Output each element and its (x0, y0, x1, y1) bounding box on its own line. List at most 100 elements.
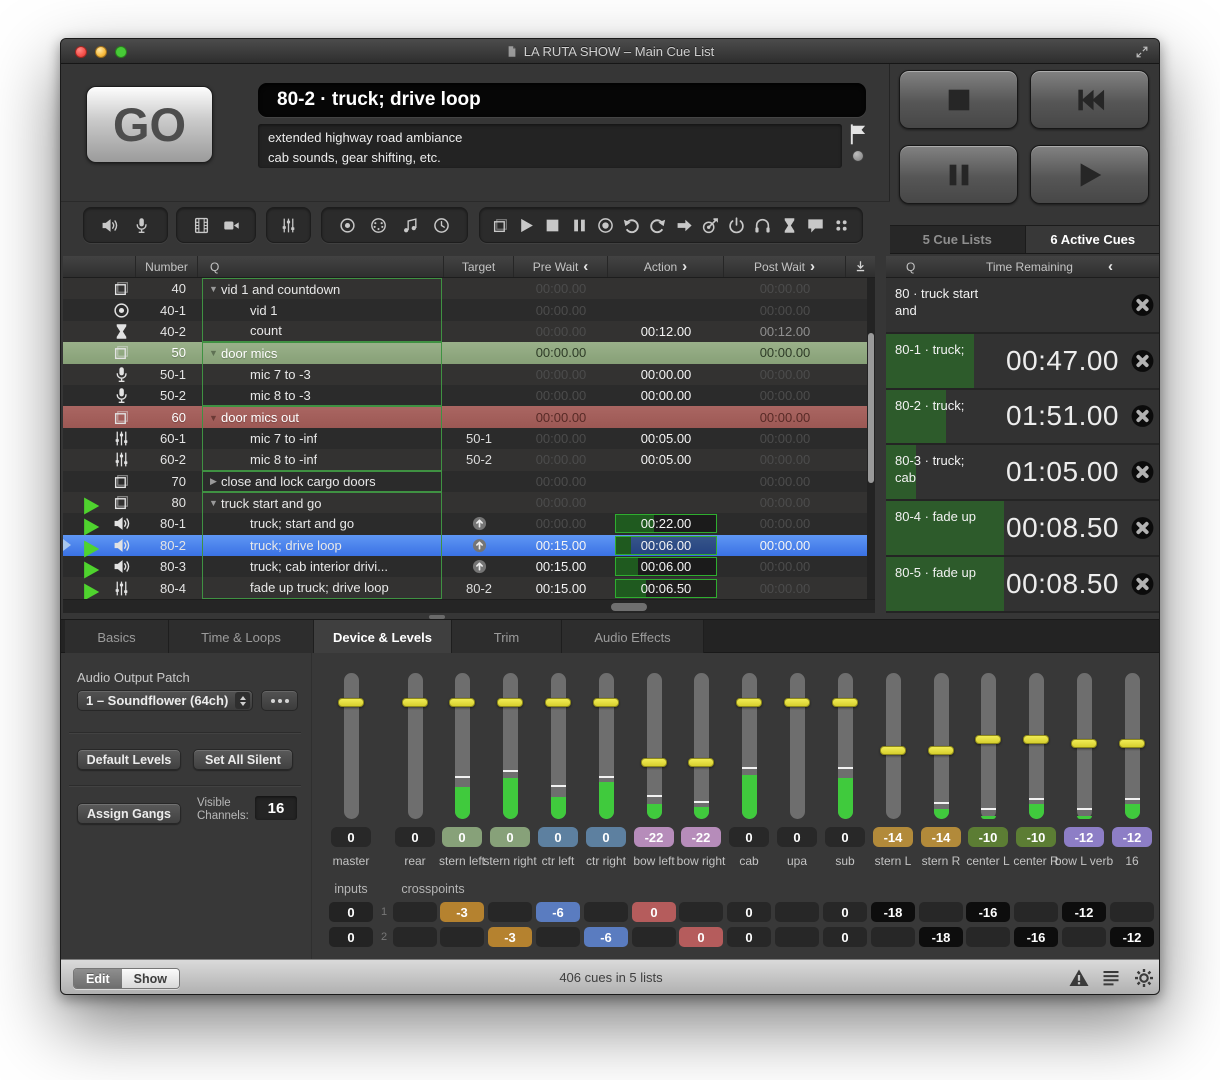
cue-prewait-cell[interactable]: 00:15.00 (514, 556, 608, 577)
fader-value-upa[interactable]: 0 (777, 827, 817, 847)
title-bar[interactable]: LA RUTA SHOW – Main Cue List (61, 39, 1159, 64)
cue-name-cell[interactable]: vid 1 (198, 299, 444, 320)
active-cue-item[interactable]: 80-1 · truck;00:47.00 (886, 334, 1160, 388)
fader-value-center-l[interactable]: -10 (968, 827, 1008, 847)
cue-prewait-cell[interactable]: 00:00.00 (514, 278, 608, 299)
speaker-icon[interactable] (98, 213, 122, 237)
fader-thumb-16[interactable] (1119, 739, 1145, 748)
cue-target-cell[interactable] (444, 406, 514, 427)
cue-notes-field[interactable]: extended highway road ambiance cab sound… (258, 124, 842, 168)
cue-prewait-cell[interactable]: 00:00.00 (514, 321, 608, 342)
fader-track-rear[interactable] (408, 673, 423, 819)
cue-name-cell[interactable]: truck; start and go (198, 513, 444, 534)
fader-track-stern-r[interactable] (934, 673, 949, 819)
fader-thumb-stern-left[interactable] (449, 698, 475, 707)
cue-row-40[interactable]: 40▼vid 1 and countdown00:00.0000:00.00 (63, 278, 867, 299)
cue-action-cell[interactable] (608, 342, 724, 363)
fader-track-stern-l[interactable] (886, 673, 901, 819)
cue-name-cell[interactable]: mic 7 to -inf (198, 428, 444, 449)
postwait-column-header[interactable]: Post Wait › (724, 256, 846, 277)
cue-action-cell[interactable]: 00:06.00 (608, 556, 724, 577)
clock-icon[interactable] (430, 213, 454, 237)
stop-cue-icon[interactable] (1131, 405, 1154, 428)
fader-value-sub[interactable]: 0 (825, 827, 865, 847)
cue-action-cell[interactable]: 00:12.00 (608, 321, 724, 342)
fader-thumb-bow-left[interactable] (641, 758, 667, 767)
time-remaining-header[interactable]: Time Remaining (986, 260, 1073, 274)
crosspoint-cell[interactable]: -12 (1110, 927, 1154, 947)
tab-5-cue-lists[interactable]: 5 Cue Lists (890, 226, 1026, 253)
cue-target-cell[interactable] (444, 471, 514, 492)
cue-action-cell[interactable] (608, 471, 724, 492)
cue-postwait-cell[interactable]: 00:00.00 (724, 513, 846, 534)
cue-action-cell[interactable] (608, 278, 724, 299)
fader-thumb-master[interactable] (338, 698, 364, 707)
crosspoint-cell[interactable] (775, 902, 819, 922)
cue-postwait-cell[interactable]: 00:00.00 (724, 342, 846, 363)
undo-icon[interactable] (620, 213, 644, 237)
cue-prewait-cell[interactable]: 00:00.00 (514, 449, 608, 470)
fader-track-bow-l-verb[interactable] (1077, 673, 1092, 819)
stop-button[interactable] (899, 70, 1018, 129)
stop-cue-icon[interactable] (1131, 349, 1154, 372)
fader-thumb-stern-right[interactable] (497, 698, 523, 707)
dots-icon[interactable] (830, 213, 854, 237)
cue-target-cell[interactable] (444, 321, 514, 342)
fader-value-bow-right[interactable]: -22 (681, 827, 721, 847)
prewait-column-header[interactable]: Pre Wait ‹ (514, 256, 608, 277)
crosspoint-cell[interactable] (775, 927, 819, 947)
chat-icon[interactable] (803, 213, 827, 237)
active-cue-item[interactable]: 80 · truck start and (886, 278, 1160, 332)
cue-target-cell[interactable] (444, 299, 514, 320)
fader-value-bow-l-verb[interactable]: -12 (1064, 827, 1104, 847)
crosspoint-cell[interactable] (1110, 902, 1154, 922)
film-icon[interactable] (189, 213, 213, 237)
play-icon[interactable] (515, 213, 539, 237)
stop-icon[interactable] (541, 213, 565, 237)
cue-target-cell[interactable] (444, 364, 514, 385)
tab-time-loops[interactable]: Time & Loops (169, 620, 314, 654)
cue-postwait-cell[interactable]: 00:00.00 (724, 278, 846, 299)
flag-toggle[interactable] (852, 150, 864, 162)
scrollbar-handle[interactable] (868, 333, 874, 483)
crosspoint-cell[interactable] (1062, 927, 1106, 947)
cue-prewait-cell[interactable]: 00:00.00 (514, 471, 608, 492)
fader-thumb-ctr-left[interactable] (545, 698, 571, 707)
number-column-header[interactable]: Number (136, 256, 198, 277)
cue-prewait-cell[interactable]: 00:00.00 (514, 299, 608, 320)
cue-target-cell[interactable] (444, 513, 514, 534)
crosspoint-cell[interactable] (1014, 902, 1058, 922)
cue-postwait-cell[interactable]: 00:00.00 (724, 471, 846, 492)
fader-track-bow-left[interactable] (647, 673, 662, 819)
arrow-right-icon[interactable] (672, 213, 696, 237)
chevron-right-icon[interactable]: › (682, 262, 687, 272)
fader-value-cab[interactable]: 0 (729, 827, 769, 847)
q-column-header[interactable]: Q (198, 256, 444, 277)
crosspoint-cell[interactable] (584, 902, 628, 922)
cue-prewait-cell[interactable]: 00:00.00 (514, 385, 608, 406)
fader-value-rear[interactable]: 0 (395, 827, 435, 847)
cue-row-60-2[interactable]: 60-2mic 8 to -inf50-200:00.0000:05.0000:… (63, 449, 867, 470)
active-cue-item[interactable]: 80-3 · truck; cab01:05.00 (886, 445, 1160, 499)
cue-target-cell[interactable]: 50-2 (444, 449, 514, 470)
record-icon[interactable] (593, 213, 617, 237)
cue-action-cell[interactable]: 00:05.00 (608, 428, 724, 449)
fader-thumb-bow-l-verb[interactable] (1071, 739, 1097, 748)
disclosure-open-icon[interactable]: ▼ (206, 413, 221, 423)
cue-postwait-cell[interactable]: 00:00.00 (724, 364, 846, 385)
crosspoint-cell[interactable] (393, 927, 437, 947)
fader-track-stern-right[interactable] (503, 673, 518, 819)
crosspoint-cell[interactable]: -12 (1062, 902, 1106, 922)
stop-cue-icon[interactable] (1131, 461, 1154, 484)
cue-name-cell[interactable]: truck; drive loop (198, 535, 444, 556)
fader-thumb-sub[interactable] (832, 698, 858, 707)
crosspoint-cell[interactable]: 0 (823, 902, 867, 922)
fader-thumb-bow-right[interactable] (688, 758, 714, 767)
crosspoint-cell[interactable]: -16 (1014, 927, 1058, 947)
active-cue-item[interactable]: 80-4 · fade up00:08.50 (886, 501, 1160, 555)
faders-icon[interactable] (277, 213, 301, 237)
cue-list-icon[interactable] (1101, 968, 1121, 988)
crosspoint-cell[interactable] (488, 902, 532, 922)
fader-track-upa[interactable] (790, 673, 805, 819)
flag-icon[interactable] (847, 123, 869, 145)
